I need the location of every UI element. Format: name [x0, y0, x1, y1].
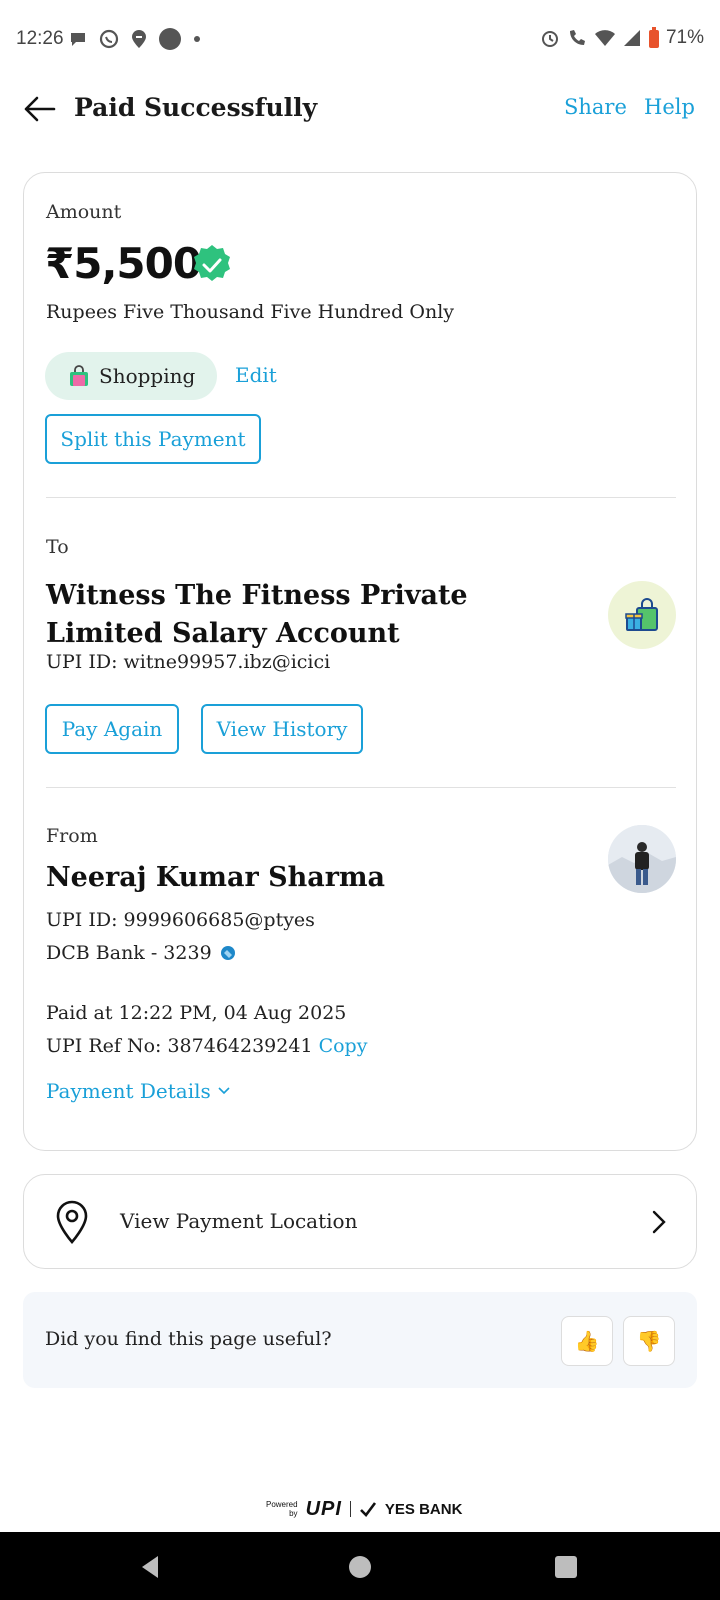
- app-header: Paid Successfully Share Help: [0, 80, 720, 140]
- feedback-question: Did you find this page useful?: [45, 1328, 332, 1350]
- edit-category-link[interactable]: Edit: [235, 363, 277, 387]
- system-icons: 71%: [540, 27, 704, 49]
- payer-bank: DCB Bank - 3239: [46, 942, 212, 964]
- powered-by-footer: Powered by UPI YES BANK: [0, 1494, 720, 1524]
- split-payment-button[interactable]: Split this Payment: [45, 414, 261, 464]
- yes-bank-logo: YES BANK: [384, 1500, 463, 1518]
- whatsapp-icon: [99, 29, 119, 49]
- payee-upi-id: UPI ID: witne99957.ibz@icici: [46, 651, 331, 673]
- shopping-bag-icon: [70, 365, 88, 386]
- nav-back-icon[interactable]: [136, 1552, 166, 1582]
- wifi-call-icon: [569, 30, 585, 45]
- thumbs-down-icon: 👎: [636, 1329, 662, 1353]
- status-time: 12:26: [16, 28, 64, 49]
- yes-bank-check-icon: [359, 1502, 376, 1517]
- battery-level: 71%: [665, 27, 704, 48]
- upi-ref-no: UPI Ref No: 387464239241: [46, 1035, 313, 1057]
- gift-bag-icon: [625, 598, 658, 631]
- thumbs-up-icon: 👍: [574, 1329, 600, 1353]
- category-label: Shopping: [99, 364, 196, 388]
- upi-logo: UPI: [305, 1497, 342, 1520]
- verified-badge-icon: [194, 245, 230, 281]
- battery-icon: [648, 27, 659, 48]
- nav-home-icon[interactable]: [345, 1552, 375, 1582]
- alarm-icon: [541, 31, 558, 47]
- chat-icon: [71, 33, 85, 46]
- divider: [46, 787, 676, 788]
- bank-logo-icon: [220, 946, 235, 960]
- divider: [46, 497, 676, 498]
- pay-again-button[interactable]: Pay Again: [45, 704, 179, 754]
- payer-name: Neeraj Kumar Sharma: [46, 862, 386, 893]
- to-label: To: [46, 536, 69, 558]
- location-pin-icon: [56, 1200, 88, 1244]
- ref-row: UPI Ref No: 387464239241 Copy: [46, 1035, 367, 1057]
- payee-name: Witness The Fitness Private Limited Sala…: [46, 580, 468, 649]
- help-link[interactable]: Help: [644, 95, 695, 119]
- wifi-icon: [594, 30, 615, 46]
- thumbs-up-button[interactable]: 👍: [561, 1316, 613, 1366]
- nav-recents-icon[interactable]: [551, 1552, 581, 1582]
- feedback-panel: Did you find this page useful? 👍 👎: [23, 1292, 697, 1388]
- share-link[interactable]: Share: [564, 95, 627, 119]
- status-bar: 12:26 71%: [0, 0, 720, 80]
- copy-ref-link[interactable]: Copy: [319, 1035, 368, 1057]
- payer-bank-row: DCB Bank - 3239: [46, 942, 236, 964]
- location-label: View Payment Location: [120, 1209, 358, 1233]
- footer-separator: [349, 1501, 351, 1517]
- thumbs-down-button[interactable]: 👎: [623, 1316, 675, 1366]
- category-chip[interactable]: Shopping: [45, 352, 218, 400]
- chevron-right-icon: [652, 1210, 666, 1234]
- payer-avatar: [608, 825, 676, 893]
- small-dot-icon: [194, 36, 200, 42]
- profile-photo-icon: [608, 825, 676, 893]
- paid-at: Paid at 12:22 PM, 04 Aug 2025: [46, 1002, 347, 1024]
- payment-details-label: Payment Details: [46, 1079, 211, 1103]
- signal-icon: [623, 30, 640, 46]
- notification-icons: [68, 27, 202, 51]
- from-label: From: [46, 825, 98, 847]
- amount-in-words: Rupees Five Thousand Five Hundred Only: [46, 301, 454, 323]
- amount-label: Amount: [46, 201, 122, 223]
- view-history-button[interactable]: View History: [201, 704, 363, 754]
- amount-value: ₹5,500: [45, 239, 202, 288]
- payer-upi-id: UPI ID: 9999606685@ptyes: [46, 909, 315, 931]
- chevron-down-icon: [218, 1087, 230, 1095]
- page-title: Paid Successfully: [74, 93, 318, 122]
- swiggy-icon: [132, 30, 146, 48]
- payee-avatar: [608, 581, 676, 649]
- powered-by-label: Powered by: [265, 1500, 298, 1518]
- payment-details-toggle[interactable]: Payment Details: [46, 1079, 231, 1103]
- system-nav-bar: [0, 1532, 720, 1600]
- payment-receipt-card: Amount ₹5,500 Rupees Five Thousand Five …: [23, 172, 697, 1151]
- back-button[interactable]: [22, 94, 56, 124]
- back-arrow-icon: [24, 96, 56, 122]
- dot-icon: [159, 28, 181, 50]
- view-payment-location-row[interactable]: View Payment Location: [23, 1174, 697, 1269]
